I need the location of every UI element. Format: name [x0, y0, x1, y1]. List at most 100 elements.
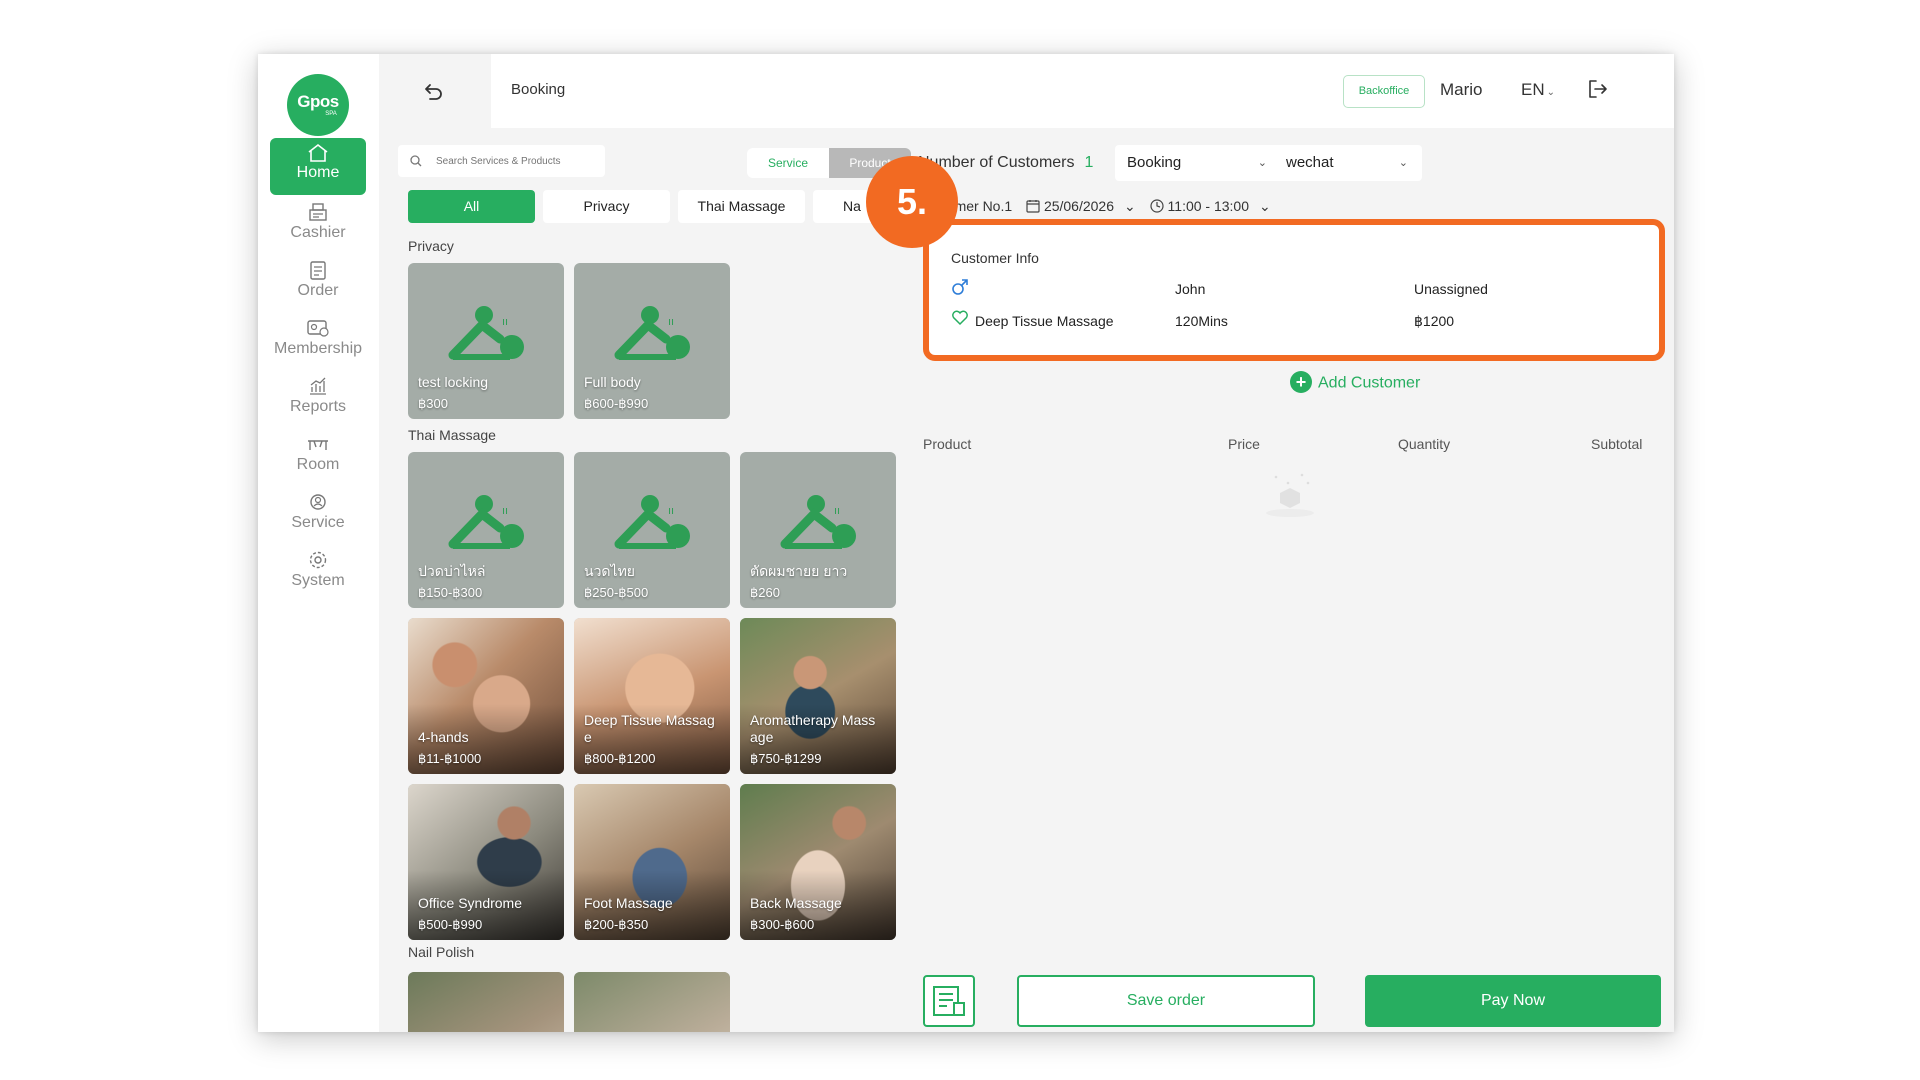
service-card[interactable]: ıı Full body ฿600-฿990: [574, 263, 730, 419]
pay-now-button[interactable]: Pay Now: [1365, 975, 1661, 1027]
service-card[interactable]: ıı test locking ฿300: [408, 263, 564, 419]
logout-icon: [1589, 80, 1607, 98]
therapist-assignment[interactable]: Unassigned: [1414, 281, 1488, 297]
service-card[interactable]: [574, 972, 730, 1032]
customer-name: John: [1175, 281, 1206, 297]
column-header-product: Product: [923, 436, 972, 452]
empty-box-icon: [1266, 473, 1314, 517]
card-price: ฿750-฿1299: [750, 751, 822, 766]
channel-select[interactable]: wechat ⌄: [1274, 145, 1422, 181]
sidebar-item-system[interactable]: System: [270, 544, 366, 601]
calendar-icon: [1026, 200, 1040, 213]
massage-placeholder-icon: ıı: [614, 306, 690, 360]
receipt-button[interactable]: [923, 975, 975, 1027]
chevron-down-icon: ⌄: [1124, 198, 1136, 214]
chevron-down-icon: ⌄: [1257, 157, 1267, 169]
service-card[interactable]: ıı ตัดผมชายย ยาว ฿260: [740, 452, 896, 608]
card-name: Deep Tissue Massag e: [584, 712, 715, 745]
sidebar-item-service[interactable]: Service: [270, 486, 366, 543]
card-name: Full body: [584, 374, 641, 390]
service-card[interactable]: Foot Massage ฿200-฿350: [574, 784, 730, 940]
column-header-price: Price: [1228, 436, 1260, 452]
sidebar-item-membership[interactable]: Membership: [270, 312, 366, 369]
category-all[interactable]: All: [408, 190, 535, 223]
booking-time[interactable]: 11:00 - 13:00: [1168, 198, 1249, 214]
page-title: Booking: [511, 81, 566, 98]
service-card[interactable]: 4-hands ฿11-฿1000: [408, 618, 564, 774]
category-thai-massage[interactable]: Thai Massage: [678, 190, 805, 223]
tab-service[interactable]: Service: [747, 148, 829, 178]
plus-icon: +: [1290, 371, 1312, 393]
search-box[interactable]: [398, 145, 605, 177]
language-select[interactable]: EN ⌄: [1521, 80, 1555, 100]
cashier-icon: [309, 203, 327, 221]
service-card[interactable]: [408, 972, 564, 1032]
card-price: ฿200-฿350: [584, 917, 649, 932]
card-price: ฿500-฿990: [418, 917, 483, 932]
add-customer-button[interactable]: + Add Customer: [1290, 371, 1420, 393]
chevron-down-icon: ⌄: [1546, 87, 1556, 98]
order-icon: [310, 261, 326, 280]
receipt-icon: [933, 986, 965, 1016]
header-panel: Booking Backoffice Mario EN ⌄: [491, 54, 1674, 128]
card-name: ปวดบ่าไหล่: [418, 563, 486, 579]
massage-placeholder-icon: ıı: [448, 495, 524, 549]
search-input[interactable]: [436, 151, 596, 171]
booking-type-select[interactable]: Booking ⌄: [1115, 145, 1281, 181]
service-card[interactable]: ıı นวดไทย ฿250-฿500: [574, 452, 730, 608]
card-price: ฿800-฿1200: [584, 751, 656, 766]
service-card[interactable]: Office Syndrome ฿500-฿990: [408, 784, 564, 940]
card-name: Back Massage: [750, 895, 842, 911]
card-name: Aromatherapy Mass age: [750, 712, 876, 745]
customer-tab-row[interactable]: Customer No.1 25/06/2026 ⌄ 11:00 - 13:00 ⌄: [918, 198, 1281, 215]
card-name: test locking: [418, 374, 489, 390]
service-card[interactable]: ıı ปวดบ่าไหล่ ฿150-฿300: [408, 452, 564, 608]
service-card[interactable]: Deep Tissue Massag e ฿800-฿1200: [574, 618, 730, 774]
logout-button[interactable]: [1585, 76, 1611, 102]
card-price: ฿150-฿300: [418, 585, 483, 600]
sidebar-item-reports[interactable]: Reports: [270, 370, 366, 427]
back-button[interactable]: [421, 78, 447, 104]
step-badge: 5.: [866, 156, 958, 248]
clock-icon: [1150, 199, 1164, 213]
backoffice-button[interactable]: Backoffice: [1343, 75, 1425, 108]
svg-text:ıı: ıı: [502, 504, 508, 517]
section-title-privacy: Privacy: [408, 238, 454, 254]
svg-text:ıı: ıı: [834, 504, 840, 517]
card-price: ฿250-฿500: [584, 585, 649, 600]
user-name[interactable]: Mario: [1440, 80, 1483, 100]
card-price: ฿600-฿990: [584, 396, 649, 411]
customer-info-card[interactable]: Customer Info John Unassigned Deep Tissu…: [923, 219, 1665, 361]
svg-text:ıı: ıı: [502, 315, 508, 328]
heart-icon: [952, 310, 968, 326]
sidebar: Gpos SPA Home Cashier Order Membership R…: [258, 54, 379, 1032]
booking-date[interactable]: 25/06/2026: [1044, 198, 1114, 214]
sidebar-item-cashier[interactable]: Cashier: [270, 196, 366, 253]
reports-icon: [310, 377, 326, 395]
search-icon: [410, 155, 422, 167]
sidebar-item-home[interactable]: Home: [270, 138, 366, 195]
app-window: Gpos SPA Home Cashier Order Membership R…: [258, 54, 1674, 1032]
service-name: Deep Tissue Massage: [975, 313, 1114, 329]
massage-placeholder-icon: ıı: [780, 495, 856, 549]
service-photo: [408, 972, 564, 1032]
system-icon: [309, 551, 327, 569]
service-card[interactable]: Back Massage ฿300-฿600: [740, 784, 896, 940]
service-card[interactable]: Aromatherapy Mass age ฿750-฿1299: [740, 618, 896, 774]
svg-text:ıı: ıı: [668, 504, 674, 517]
card-name: 4-hands: [418, 729, 469, 745]
male-gender-icon: [952, 279, 968, 295]
save-order-button[interactable]: Save order: [1017, 975, 1315, 1027]
massage-placeholder-icon: ıı: [448, 306, 524, 360]
card-price: ฿260: [750, 585, 780, 600]
chevron-down-icon: ⌄: [1259, 198, 1271, 214]
sidebar-item-room[interactable]: Room: [270, 428, 366, 485]
service-price: ฿1200: [1414, 313, 1455, 329]
sidebar-item-order[interactable]: Order: [270, 254, 366, 311]
app-logo: Gpos SPA: [287, 74, 349, 136]
service-photo: [574, 972, 730, 1032]
customer-info-title: Customer Info: [951, 250, 1039, 266]
category-privacy[interactable]: Privacy: [543, 190, 670, 223]
card-name: นวดไทย: [584, 563, 635, 579]
membership-icon: [307, 320, 329, 337]
